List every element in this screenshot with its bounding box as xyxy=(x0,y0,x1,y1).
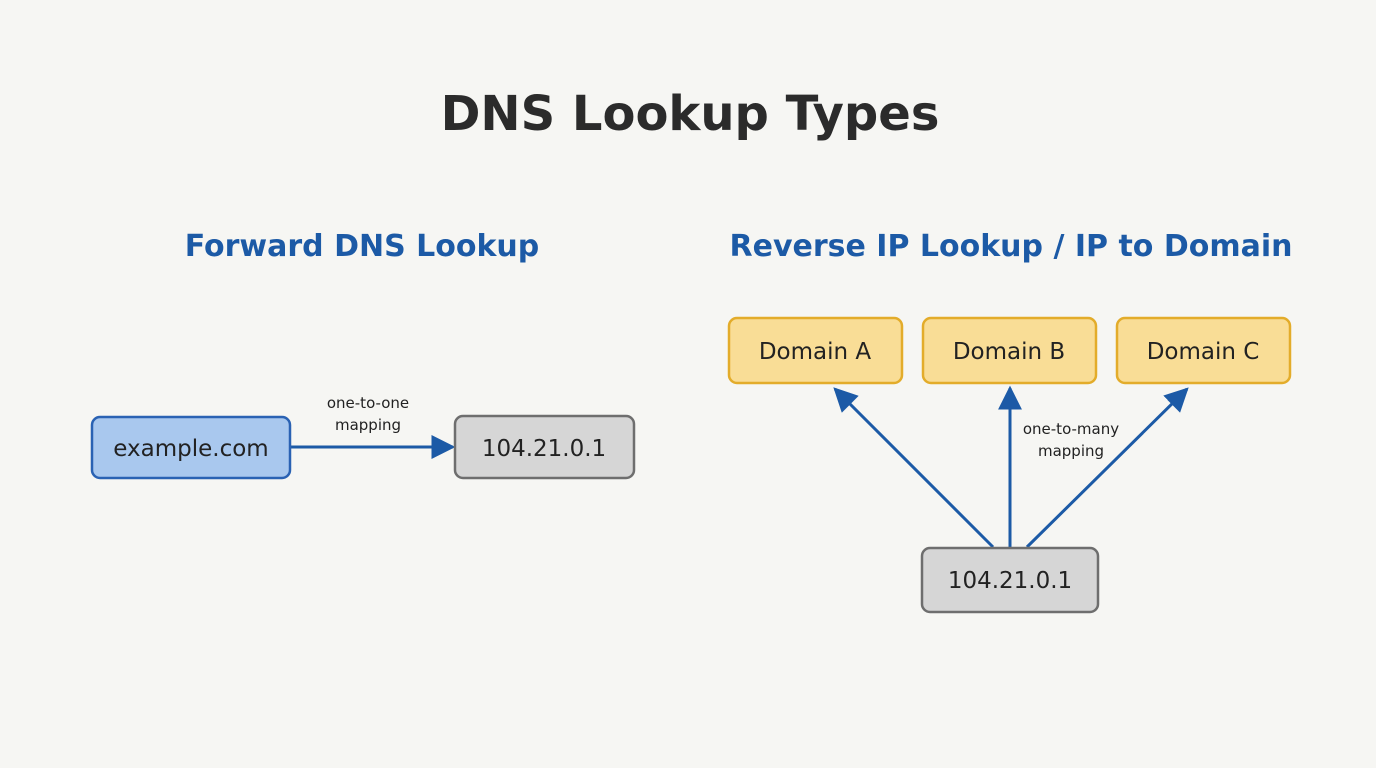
dns-lookup-diagram: DNS Lookup Types Forward DNS Lookup one-… xyxy=(90,86,1293,614)
diagram-title: DNS Lookup Types xyxy=(441,86,940,142)
reverse-arrow-domain-c xyxy=(1025,387,1189,549)
domain-a-label: Domain A xyxy=(759,339,872,365)
forward-lookup-section: Forward DNS Lookup one-to-one mapping ex… xyxy=(90,229,636,480)
domain-b-label: Domain B xyxy=(953,339,1065,365)
reverse-arrow-domain-a xyxy=(833,387,995,549)
reverse-lookup-section: Reverse IP Lookup / IP to Domain one-to-… xyxy=(727,229,1293,614)
reverse-target-node-domain-b: Domain B xyxy=(921,316,1098,385)
reverse-edge-label-line1: one-to-many xyxy=(1023,420,1119,438)
reverse-source-node: 104.21.0.1 xyxy=(920,546,1100,614)
reverse-source-label: 104.21.0.1 xyxy=(948,568,1072,594)
reverse-target-node-domain-c: Domain C xyxy=(1115,316,1292,385)
reverse-lookup-heading: Reverse IP Lookup / IP to Domain xyxy=(730,229,1293,264)
forward-source-label: example.com xyxy=(113,436,268,462)
domain-c-label: Domain C xyxy=(1147,339,1260,365)
forward-target-label: 104.21.0.1 xyxy=(482,436,606,462)
forward-edge-label-line2: mapping xyxy=(335,416,401,434)
forward-edge-label-line1: one-to-one xyxy=(327,394,409,412)
forward-lookup-heading: Forward DNS Lookup xyxy=(185,229,540,264)
reverse-edge-label-line2: mapping xyxy=(1038,442,1104,460)
reverse-target-node-domain-a: Domain A xyxy=(727,316,904,385)
forward-source-node: example.com xyxy=(90,415,292,480)
forward-target-node: 104.21.0.1 xyxy=(453,414,636,480)
